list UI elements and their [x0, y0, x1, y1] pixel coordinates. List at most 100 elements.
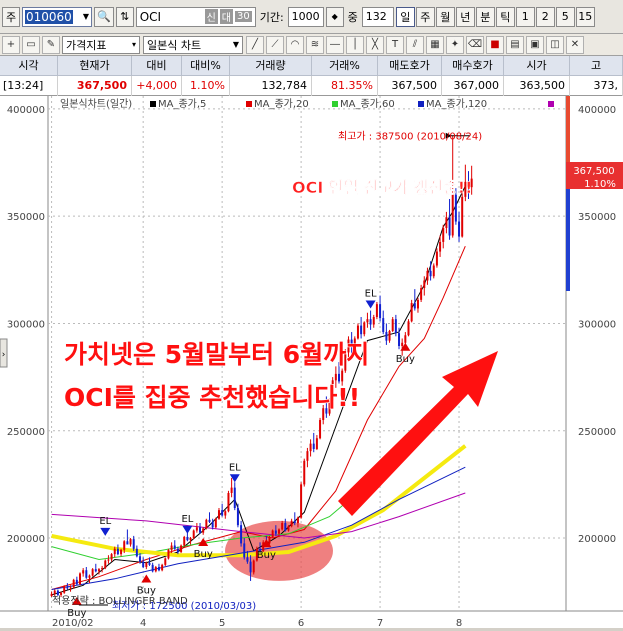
candle-body — [189, 538, 192, 541]
candle-body — [388, 330, 391, 341]
candle-body — [227, 492, 230, 512]
quote-value-cell: [13:24] — [0, 76, 58, 96]
grid-icon[interactable]: ▤ — [506, 35, 524, 54]
text-tool-icon[interactable]: T — [386, 35, 404, 54]
credit-tag: 신 — [204, 9, 218, 24]
current-price-tag-pct: 1.10% — [584, 179, 616, 190]
candle-body — [132, 539, 135, 549]
candle-body — [107, 559, 110, 561]
candle-body — [379, 304, 382, 319]
stock-code-input[interactable]: 010060 ▼ — [22, 6, 92, 27]
period-button[interactable]: 2 — [535, 6, 555, 27]
candle-body — [341, 370, 344, 382]
y-tick-label-right: 350000 — [578, 212, 616, 223]
fan-tool-icon[interactable]: ≋ — [306, 35, 324, 54]
quote-header-cell: 거래량 — [230, 56, 312, 76]
quote-value-cell: 367,500 — [58, 76, 132, 96]
doc-icon[interactable]: ▣ — [526, 35, 544, 54]
close-icon[interactable]: ✕ — [566, 35, 584, 54]
zoom-input[interactable]: 132 — [361, 6, 394, 27]
code-dropdown-icon[interactable]: ▼ — [83, 12, 89, 21]
candle-body — [372, 317, 375, 325]
vline-tool-icon[interactable]: │ — [346, 35, 364, 54]
candle-body — [205, 519, 208, 529]
candle-body — [435, 251, 438, 266]
hline-tool-icon[interactable]: ― — [326, 35, 344, 54]
plus-icon[interactable]: + — [2, 35, 20, 54]
legend-label: MA_종가,20 — [254, 98, 309, 110]
eraser-icon[interactable]: ⌫ — [466, 35, 484, 54]
x-tick-label: 2010/02 — [52, 618, 94, 628]
quote-header-cell: 시가 — [504, 56, 570, 76]
candle-body — [192, 530, 195, 539]
period-button[interactable]: 분 — [475, 6, 495, 27]
y-tick-label-left: 400000 — [7, 105, 45, 116]
candle-body — [281, 523, 284, 530]
period-stepper[interactable]: ◆ — [325, 6, 344, 27]
exit-signal-label: EL — [99, 516, 111, 527]
line-tool-icon[interactable]: ╱ — [246, 35, 264, 54]
cross-tool-icon[interactable]: ╳ — [366, 35, 384, 54]
chart-type-select[interactable]: 일본식 차트 ▼ — [143, 35, 243, 54]
layout-icon[interactable]: ◫ — [546, 35, 564, 54]
period-button[interactable]: 1 — [515, 6, 535, 27]
period-button[interactable]: 15 — [575, 6, 595, 27]
palette-icon[interactable]: ■ — [486, 35, 504, 54]
candle-body — [252, 560, 255, 573]
candle-body — [249, 561, 252, 573]
period-button[interactable]: 주 — [415, 6, 435, 27]
candle-body — [113, 548, 116, 555]
arc-tool-icon[interactable]: ◠ — [286, 35, 304, 54]
candle-body — [63, 586, 66, 593]
candle-body — [120, 549, 123, 555]
candle-body — [129, 539, 132, 545]
search-icon[interactable]: 🔍 — [94, 6, 114, 27]
window-icon[interactable]: ▭ — [22, 35, 40, 54]
candle-body — [211, 521, 214, 528]
candle-body — [157, 567, 160, 571]
period-button[interactable]: 월 — [435, 6, 455, 27]
period-button[interactable]: 틱 — [495, 6, 515, 27]
candle-body — [123, 541, 126, 550]
settings-icon[interactable]: ✎ — [42, 35, 60, 54]
sort-icon[interactable]: ⇅ — [115, 6, 134, 27]
candle-body — [413, 303, 416, 309]
candle-body — [363, 322, 366, 335]
current-price-tag-value: 367,500 — [573, 166, 614, 177]
legend-swatch — [246, 101, 252, 107]
candle-body — [458, 221, 461, 237]
indicator-select[interactable]: 가격지표 ▾ — [62, 35, 140, 54]
main-toolbar: 주 010060 ▼ 🔍 ⇅ OCI 신 대 30 기간: 1000 ◆ 중 13… — [0, 0, 623, 34]
candle-body — [461, 196, 464, 237]
period-button[interactable]: 년 — [455, 6, 475, 27]
candle-body — [312, 443, 315, 449]
candle-body — [139, 556, 142, 562]
candle-body — [145, 562, 148, 568]
market-prefix-button[interactable]: 주 — [2, 6, 20, 27]
marker-tool-icon[interactable]: ✦ — [446, 35, 464, 54]
candle-body — [208, 519, 211, 522]
chart-area[interactable]: › 200000 200000 250000 250000 300000 300000 350… — [0, 96, 623, 629]
trend-tool-icon[interactable]: ⟋ — [266, 35, 284, 54]
rect-tool-icon[interactable]: ▦ — [426, 35, 444, 54]
stock-name-field[interactable]: OCI 신 대 30 — [135, 6, 256, 27]
zoom-label: 중 — [347, 10, 358, 24]
channel-tool-icon[interactable]: ⫽ — [406, 35, 424, 54]
period-button[interactable]: 일 — [395, 6, 415, 27]
candle-body — [382, 318, 385, 333]
candle-body — [451, 194, 454, 236]
period-button[interactable]: 5 — [555, 6, 575, 27]
candle-body — [293, 520, 296, 524]
candle-body — [91, 569, 94, 576]
exit-signal-label: EL — [229, 462, 241, 473]
candle-body — [306, 451, 309, 461]
period-input[interactable]: 1000 — [287, 6, 324, 27]
candle-body — [309, 443, 312, 452]
candle-body — [224, 511, 227, 516]
candle-body — [66, 586, 69, 589]
quote-value-cell: 81.35% — [312, 76, 378, 96]
candle-body — [148, 562, 151, 565]
x-tick-label: 8 — [456, 618, 462, 628]
candle-body — [217, 510, 220, 519]
buy-signal-label: Buy — [194, 549, 213, 560]
